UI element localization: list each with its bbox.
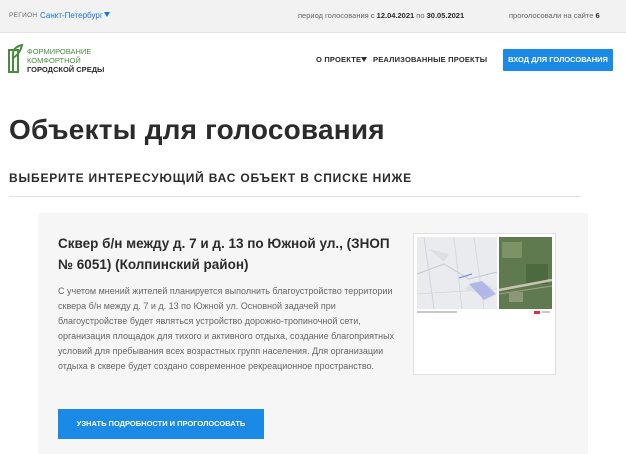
page-title: Объекты для голосования [9, 114, 385, 145]
object-description: С учетом мнений жителей планируется выпо… [58, 286, 395, 371]
object-title[interactable]: Сквер б/н между д. 7 и д. 13 по Южной ул… [58, 233, 403, 275]
nav-projects[interactable]: Реализованные проекты [373, 55, 487, 64]
region-label: Регион [9, 12, 38, 19]
voting-period: период голосования с 12.04.2021 по 30.05… [298, 11, 465, 20]
logo-text[interactable]: Формирование комфортной городской среды [27, 47, 104, 74]
details-vote-button[interactable]: Узнать подробности и проголосовать [58, 409, 264, 439]
logo-line-3: городской среды [27, 65, 105, 74]
period-to: 30.05.2021 [426, 11, 465, 20]
logo-line-1: Формирование [27, 47, 92, 56]
voted-counter: проголосовали на сайте 6 [509, 11, 600, 20]
login-button[interactable]: Вход для голосования [503, 49, 613, 71]
logo-icon[interactable] [8, 44, 24, 76]
logo-line-2: комфортной [27, 56, 81, 65]
chevron-down-icon[interactable] [104, 12, 110, 17]
chevron-down-icon[interactable] [361, 57, 367, 62]
period-from: 12.04.2021 [376, 11, 415, 20]
page-subtitle: Выберите интересующий вас объект в списк… [9, 171, 412, 185]
map-thumbnail[interactable] [413, 233, 556, 375]
divider [9, 196, 581, 197]
voted-count: 6 [595, 11, 600, 20]
top-bar: Регион Санкт-Петербург период голосовани… [0, 0, 626, 33]
nav-about[interactable]: О проекте [316, 55, 361, 64]
region-selector[interactable]: Санкт-Петербург [40, 11, 103, 20]
